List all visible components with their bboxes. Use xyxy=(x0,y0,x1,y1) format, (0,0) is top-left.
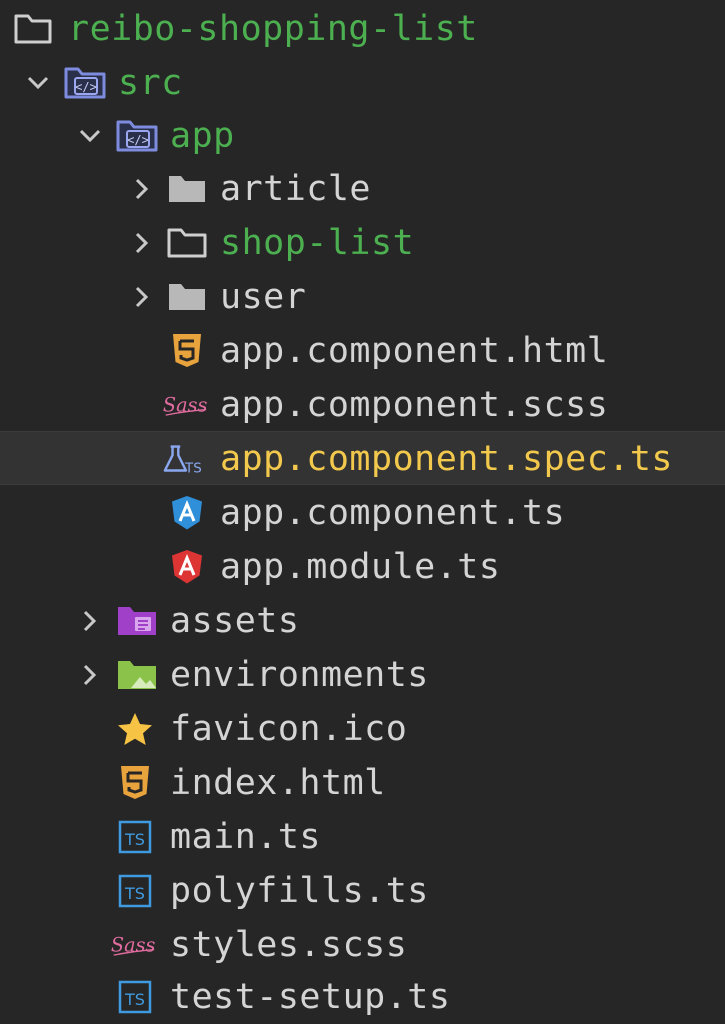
tree-item-label: app.component.scss xyxy=(220,385,609,425)
chevron-right-icon[interactable] xyxy=(128,216,156,270)
tree-item-main-ts[interactable]: TS main.ts xyxy=(0,810,725,864)
tree-item-index-html[interactable]: index.html xyxy=(0,756,725,810)
tree-item-app-component-spec-ts[interactable]: TS app.component.spec.ts xyxy=(0,431,725,485)
tree-item-app[interactable]: </> app xyxy=(0,109,725,163)
star-icon xyxy=(112,702,158,756)
tree-item-label: app.component.ts xyxy=(220,493,566,533)
tree-item-label: user xyxy=(220,277,307,317)
file-explorer-tree: reibo-shopping-list </> src </> app arti… xyxy=(0,0,725,1017)
svg-text:TS: TS xyxy=(124,884,145,903)
tree-item-label: app.component.spec.ts xyxy=(220,439,674,479)
folder-icon xyxy=(164,162,210,216)
svg-text:</>: </> xyxy=(75,80,97,94)
tree-item-app-module-ts[interactable]: app.module.ts xyxy=(0,540,725,594)
html5-icon xyxy=(112,756,158,810)
chevron-down-icon[interactable] xyxy=(76,109,104,163)
sass-icon: Sass xyxy=(162,378,208,432)
chevron-down-icon[interactable] xyxy=(24,56,52,110)
chevron-right-icon[interactable] xyxy=(76,648,104,702)
svg-text:TS: TS xyxy=(124,990,145,1009)
chevron-right-icon[interactable] xyxy=(128,270,156,324)
tree-item-user[interactable]: user xyxy=(0,270,725,324)
typescript-icon: TS xyxy=(112,864,158,918)
tree-item-favicon-ico[interactable]: favicon.ico xyxy=(0,702,725,756)
tree-item-assets[interactable]: assets xyxy=(0,594,725,648)
tree-item-label: favicon.ico xyxy=(170,709,408,749)
tree-item-app-component-ts[interactable]: app.component.ts xyxy=(0,486,725,540)
tree-item-label: shop-list xyxy=(220,223,415,263)
assets-folder-icon xyxy=(114,594,160,648)
tree-item-label: assets xyxy=(170,601,300,641)
angular-component-icon xyxy=(164,486,210,540)
tree-item-label: index.html xyxy=(170,763,386,803)
environments-folder-icon xyxy=(114,648,160,702)
tree-item-label: app.component.html xyxy=(220,331,609,371)
test-ts-icon: TS xyxy=(162,432,208,486)
tree-item-label: article xyxy=(220,169,372,209)
svg-text:Sass: Sass xyxy=(111,933,156,956)
svg-text:TS: TS xyxy=(124,830,145,849)
typescript-icon: TS xyxy=(112,810,158,864)
root-folder-icon xyxy=(10,2,56,56)
folder-outline-icon xyxy=(164,216,210,270)
svg-text:Sass: Sass xyxy=(163,393,208,416)
angular-module-icon xyxy=(164,540,210,594)
source-folder-icon: </> xyxy=(114,109,160,163)
tree-item-environments[interactable]: environments xyxy=(0,648,725,702)
tree-item-root-folder[interactable]: reibo-shopping-list xyxy=(0,2,725,56)
tree-item-src[interactable]: </> src xyxy=(0,56,725,110)
svg-text:</>: </> xyxy=(127,133,149,147)
chevron-right-icon[interactable] xyxy=(76,594,104,648)
folder-icon xyxy=(164,270,210,324)
tree-item-label: src xyxy=(118,63,183,103)
tree-item-label: app.module.ts xyxy=(220,547,501,587)
sass-icon: Sass xyxy=(110,918,156,972)
svg-text:TS: TS xyxy=(184,461,202,476)
tree-item-shop-list[interactable]: shop-list xyxy=(0,216,725,270)
tree-item-label: reibo-shopping-list xyxy=(68,9,478,49)
tree-item-label: environments xyxy=(170,655,429,695)
tree-item-app-component-html[interactable]: app.component.html xyxy=(0,324,725,378)
tree-item-label: polyfills.ts xyxy=(170,871,429,911)
source-folder-icon: </> xyxy=(62,56,108,110)
html5-icon xyxy=(164,324,210,378)
tree-item-label: main.ts xyxy=(170,817,322,857)
chevron-right-icon[interactable] xyxy=(128,162,156,216)
tree-item-app-component-scss[interactable]: Sass app.component.scss xyxy=(0,378,725,432)
tree-item-styles-scss[interactable]: Sass styles.scss xyxy=(0,918,725,972)
tree-item-label: app xyxy=(170,116,235,156)
tree-item-article[interactable]: article xyxy=(0,162,725,216)
tree-item-label: styles.scss xyxy=(170,925,408,965)
tree-item-polyfills-ts[interactable]: TS polyfills.ts xyxy=(0,864,725,918)
